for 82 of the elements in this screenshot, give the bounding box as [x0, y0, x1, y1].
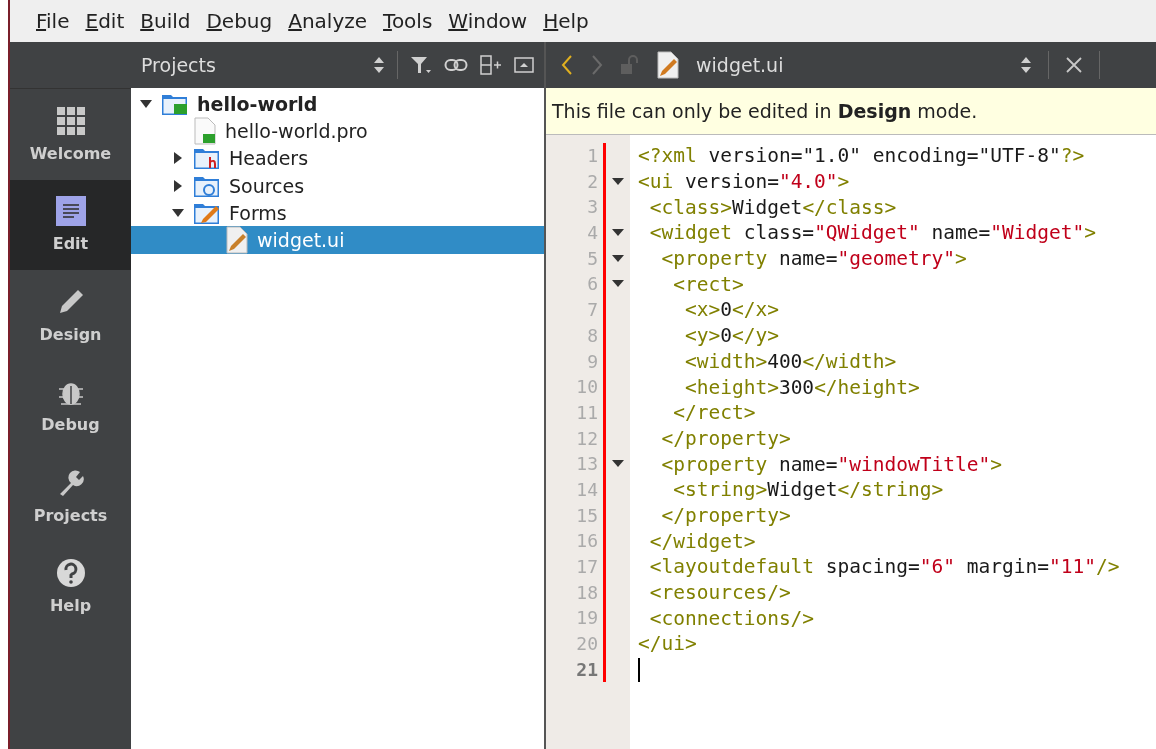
mode-button[interactable]: Debug: [10, 360, 131, 451]
menu-item[interactable]: Edit: [81, 9, 129, 33]
tree-item[interactable]: Sources: [131, 171, 544, 200]
code-line: <ui version="4.0">: [638, 170, 850, 194]
fold-arrow-icon[interactable]: [612, 280, 624, 289]
line-number: 19: [546, 605, 606, 632]
file-icon: [656, 51, 680, 79]
tree-item[interactable]: Headers: [131, 144, 544, 172]
file-name[interactable]: widget.ui: [696, 54, 784, 76]
mode-button[interactable]: Help: [10, 541, 131, 632]
help-icon: [55, 558, 86, 589]
fold-arrow-icon[interactable]: [612, 254, 624, 263]
line-number: 5: [546, 245, 606, 272]
tree-item[interactable]: hello-world: [131, 90, 544, 118]
line-number: 16: [546, 528, 606, 554]
code-line: <widget class="QWidget" name="Widget">: [648, 221, 1096, 245]
sort-arrows-icon[interactable]: [373, 55, 385, 75]
code-line: <x>0</x>: [683, 298, 779, 322]
fold-arrow-icon[interactable]: [612, 177, 624, 186]
mode-button[interactable]: Welcome: [10, 89, 131, 180]
code-line: </ui>: [638, 632, 697, 656]
code-line: <?xml version="1.0" encoding="UTF-8"?>: [638, 144, 1085, 168]
code-line: </widget>: [648, 529, 756, 553]
line-number: 11: [546, 399, 606, 426]
line-number: 17: [546, 554, 606, 580]
grid-icon: [55, 105, 86, 136]
tree-item[interactable]: Forms: [131, 199, 544, 227]
file-icon: [193, 116, 217, 145]
line-number: 14: [546, 476, 606, 503]
line-number: 3: [546, 194, 606, 221]
line-number: 1: [546, 143, 606, 169]
code-line: <property name="windowTitle">: [660, 452, 1002, 476]
menu-item[interactable]: File: [32, 9, 74, 33]
mode-button[interactable]: Design: [10, 270, 131, 361]
code-line: <layoutdefault spacing="6" margin="11"/>: [648, 555, 1120, 579]
menu-item[interactable]: Window: [444, 9, 532, 33]
line-number: 13: [546, 451, 606, 477]
menu-item[interactable]: Analyze: [284, 9, 372, 33]
mode-button[interactable]: Edit: [10, 179, 131, 270]
mode-button[interactable]: Projects: [10, 451, 131, 542]
filter-icon[interactable]: [410, 55, 432, 75]
line-number: 4: [546, 220, 606, 246]
line-number: 6: [546, 271, 606, 298]
code-line: <connections/>: [648, 606, 815, 630]
line-number: 12: [546, 425, 606, 452]
code-line: <width>400</width>: [683, 349, 897, 373]
code-line: <rect>: [672, 272, 744, 296]
close-icon[interactable]: [1065, 56, 1083, 74]
line-number: 10: [546, 374, 606, 400]
file-icon: [225, 226, 249, 255]
fold-arrow-icon[interactable]: [612, 228, 624, 237]
fold-arrow-icon[interactable]: [612, 460, 624, 469]
tree-item[interactable]: widget.ui: [131, 226, 544, 254]
code-line: <class>Widget</class>: [648, 195, 897, 219]
split-add-icon[interactable]: [480, 55, 502, 75]
code-line: <y>0</y>: [683, 324, 779, 348]
menu-item[interactable]: Build: [136, 9, 195, 33]
line-number: 2: [546, 168, 606, 195]
link-icon[interactable]: [444, 57, 468, 73]
code-line: <string>Widget</string>: [672, 478, 944, 502]
code-line: </rect>: [672, 401, 756, 425]
code-line: </property>: [660, 503, 791, 527]
line-number: 18: [546, 579, 606, 606]
menu-item[interactable]: Help: [539, 9, 593, 33]
code-line: </property>: [660, 426, 791, 450]
line-number: 15: [546, 502, 606, 529]
panel-title: Projects: [141, 54, 217, 76]
code-line: <property name="geometry">: [660, 247, 967, 271]
line-number: 9: [546, 348, 606, 375]
line-number: 21: [546, 656, 606, 683]
code-line: <height>300</height>: [683, 375, 920, 399]
menu-item[interactable]: Debug: [202, 9, 277, 33]
info-bar: This file can only be edited in Design mode.: [546, 88, 1156, 135]
line-number: 7: [546, 297, 606, 323]
sort-arrows-icon[interactable]: [1020, 55, 1032, 75]
document-icon: [55, 196, 86, 227]
line-number: 20: [546, 631, 606, 657]
code-line: <resources/>: [648, 581, 791, 605]
menu-item[interactable]: Tools: [379, 9, 437, 33]
tree-item[interactable]: hello-world.pro: [131, 117, 544, 145]
panel-icon[interactable]: [514, 56, 534, 74]
line-number: 8: [546, 322, 606, 349]
